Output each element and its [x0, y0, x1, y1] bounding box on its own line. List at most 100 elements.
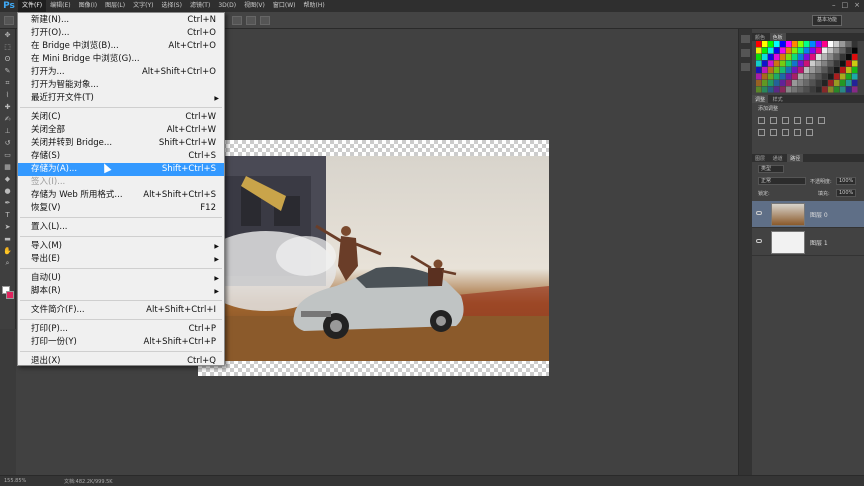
- path-select-tool-icon[interactable]: ➤: [2, 223, 14, 232]
- lasso-tool-icon[interactable]: ʘ: [2, 55, 14, 64]
- file-menu-item[interactable]: 关闭(C) Ctrl+W: [18, 111, 224, 124]
- eraser-tool-icon[interactable]: ▭: [2, 151, 14, 160]
- menu-item[interactable]: 滤镜(T): [186, 0, 214, 12]
- background-color-swatch[interactable]: [6, 291, 14, 299]
- marquee-tool-icon[interactable]: ⬚: [2, 43, 14, 52]
- crop-tool-icon[interactable]: ⌗: [2, 79, 14, 88]
- blur-tool-icon[interactable]: ◆: [2, 175, 14, 184]
- swatches-grid[interactable]: [756, 41, 860, 95]
- layer-row[interactable]: 图层 0: [752, 201, 864, 228]
- file-menu-item[interactable]: 存储为 Web 所用格式... Alt+Shift+Ctrl+S: [18, 189, 224, 202]
- menu-item[interactable]: 图像(I): [75, 0, 101, 12]
- fill-field[interactable]: 100%: [836, 189, 856, 197]
- hand-tool-icon[interactable]: ✋: [2, 247, 14, 256]
- tab-layers[interactable]: 图层: [752, 154, 768, 162]
- align-icon[interactable]: [260, 16, 270, 25]
- curves-icon[interactable]: [782, 117, 789, 124]
- file-menu-item[interactable]: 在 Bridge 中浏览(B)... Alt+Ctrl+O: [18, 40, 224, 53]
- file-menu-item[interactable]: 存储为(A)... Shift+Ctrl+S: [18, 163, 224, 176]
- file-menu-item[interactable]: 置入(L)...: [18, 221, 224, 234]
- file-menu-item[interactable]: 恢复(V) F12: [18, 202, 224, 215]
- zoom-level[interactable]: 155.85%: [4, 478, 26, 484]
- tab-channels[interactable]: 通道: [770, 154, 786, 162]
- menu-item[interactable]: 图层(L): [101, 0, 129, 12]
- file-menu-item[interactable]: 文件简介(F)... Alt+Shift+Ctrl+I: [18, 304, 224, 317]
- vibrance-icon[interactable]: [806, 117, 813, 124]
- properties-icon[interactable]: [741, 49, 750, 57]
- file-menu-item[interactable]: 脚本(R) ▶: [18, 285, 224, 298]
- file-menu-item[interactable]: 新建(N)... Ctrl+N: [18, 14, 224, 27]
- swatch: [828, 67, 834, 73]
- eye-icon[interactable]: [756, 239, 762, 243]
- file-menu-item[interactable]: 最近打开文件(T) ▶: [18, 92, 224, 105]
- mixer-icon[interactable]: [794, 129, 801, 136]
- close-icon[interactable]: ×: [854, 1, 860, 9]
- dodge-tool-icon[interactable]: ●: [2, 187, 14, 196]
- opacity-field[interactable]: 100%: [836, 177, 856, 185]
- file-menu-item[interactable]: 打开(O)... Ctrl+O: [18, 27, 224, 40]
- lookup-icon[interactable]: [806, 129, 813, 136]
- file-menu-item[interactable]: 打开为智能对象...: [18, 79, 224, 92]
- file-menu-item[interactable]: 关闭全部 Alt+Ctrl+W: [18, 124, 224, 137]
- tab-styles[interactable]: 样式: [770, 95, 786, 103]
- menu-item[interactable]: 文件(F): [18, 0, 47, 12]
- tool-preset-icon[interactable]: [4, 16, 14, 25]
- zoom-tool-icon[interactable]: ⌕: [2, 259, 14, 268]
- tab-adjustments[interactable]: 调整: [752, 95, 769, 103]
- stamp-tool-icon[interactable]: ⊥: [2, 127, 14, 136]
- brightness-icon[interactable]: [758, 117, 765, 124]
- eyedropper-tool-icon[interactable]: ⌇: [2, 91, 14, 100]
- menu-item[interactable]: 3D(D): [214, 0, 240, 12]
- photo-filter-icon[interactable]: [782, 129, 789, 136]
- type-tool-icon[interactable]: T: [2, 211, 14, 220]
- hue-icon[interactable]: [818, 117, 825, 124]
- layer-kind-filter[interactable]: 类型: [758, 165, 784, 173]
- history-brush-tool-icon[interactable]: ↺: [2, 139, 14, 148]
- maximize-icon[interactable]: □: [842, 1, 849, 9]
- balance-icon[interactable]: [758, 129, 765, 136]
- character-icon[interactable]: [741, 63, 750, 71]
- file-menu-item[interactable]: 存储(S) Ctrl+S: [18, 150, 224, 163]
- brush-tool-icon[interactable]: ✍: [2, 115, 14, 124]
- layer-row[interactable]: 图层 1: [752, 229, 864, 256]
- file-menu-item[interactable]: 退出(X) Ctrl+Q: [18, 355, 224, 368]
- menu-item[interactable]: 帮助(H): [300, 0, 329, 12]
- tab-paths[interactable]: 路径: [787, 154, 804, 162]
- exposure-icon[interactable]: [794, 117, 801, 124]
- menu-item[interactable]: 文字(Y): [129, 0, 157, 12]
- submenu-arrow-icon: ▶: [214, 256, 219, 263]
- bw-icon[interactable]: [770, 129, 777, 136]
- quick-select-tool-icon[interactable]: ✎: [2, 67, 14, 76]
- file-menu-item[interactable]: 自动(U) ▶: [18, 272, 224, 285]
- gradient-tool-icon[interactable]: ▦: [2, 163, 14, 172]
- tab-color[interactable]: 颜色: [752, 33, 768, 41]
- pen-tool-icon[interactable]: ✒: [2, 199, 14, 208]
- move-tool-icon[interactable]: ✥: [2, 31, 14, 40]
- eye-icon[interactable]: [756, 211, 762, 215]
- align-icon[interactable]: [246, 16, 256, 25]
- shape-tool-icon[interactable]: ▬: [2, 235, 14, 244]
- blend-mode-select[interactable]: 正常: [758, 177, 806, 185]
- workspace-select[interactable]: 基本功能: [812, 15, 842, 26]
- menu-item-label: 置入(L)...: [31, 222, 68, 232]
- file-menu-item[interactable]: 导入(M) ▶: [18, 240, 224, 253]
- tab-swatches[interactable]: 色板: [769, 33, 786, 41]
- file-menu-item[interactable]: 打印(P)... Ctrl+P: [18, 323, 224, 336]
- file-menu-item[interactable]: 打印一份(Y) Alt+Shift+Ctrl+P: [18, 336, 224, 349]
- history-icon[interactable]: [741, 35, 750, 43]
- document-size[interactable]: 文档:482.2K/999.5K: [64, 478, 113, 485]
- menu-item[interactable]: 编辑(E): [46, 0, 74, 12]
- menu-item[interactable]: 选择(S): [157, 0, 186, 12]
- swatch: [798, 60, 804, 67]
- file-menu-item[interactable]: 关闭并转到 Bridge... Shift+Ctrl+W: [18, 137, 224, 150]
- healing-tool-icon[interactable]: ✚: [2, 103, 14, 112]
- minimize-icon[interactable]: –: [832, 1, 836, 9]
- file-menu-item[interactable]: 打开为... Alt+Shift+Ctrl+O: [18, 66, 224, 79]
- document-canvas[interactable]: [198, 140, 549, 376]
- file-menu-item[interactable]: 导出(E) ▶: [18, 253, 224, 266]
- align-icon[interactable]: [232, 16, 242, 25]
- menu-item[interactable]: 视图(V): [240, 0, 269, 12]
- menu-item[interactable]: 窗口(W): [269, 0, 300, 12]
- file-menu-item[interactable]: 在 Mini Bridge 中浏览(G)...: [18, 53, 224, 66]
- levels-icon[interactable]: [770, 117, 777, 124]
